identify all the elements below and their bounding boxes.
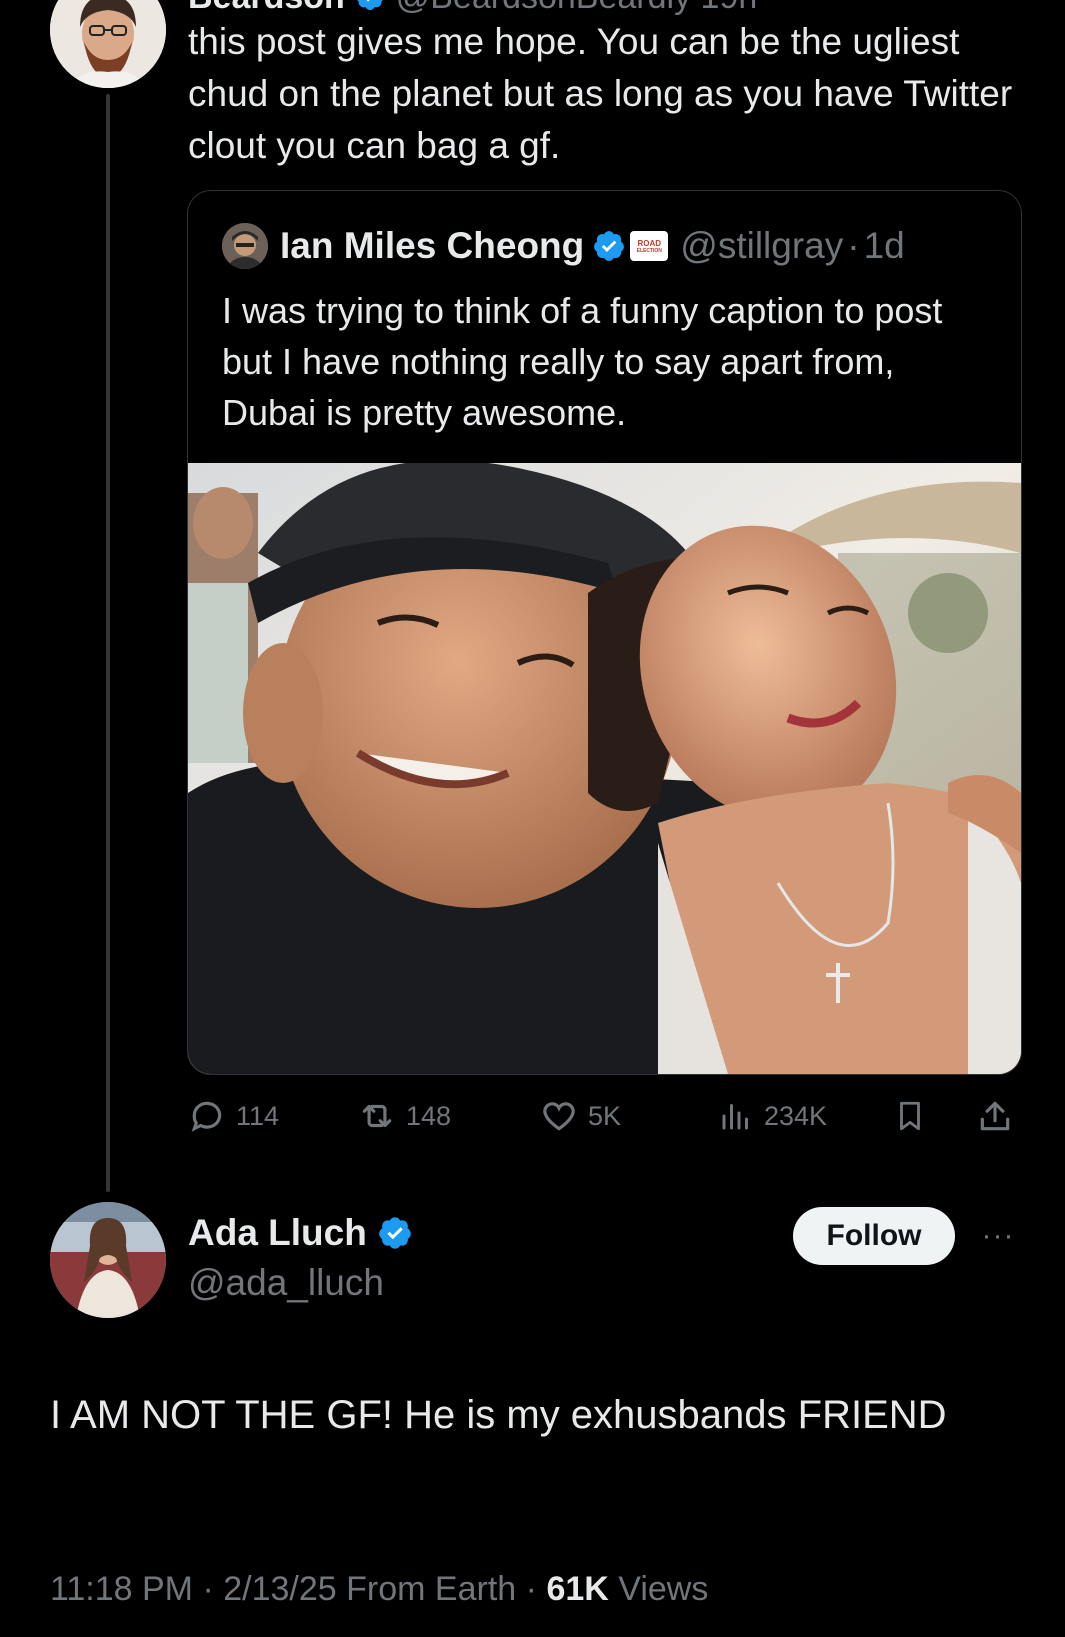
reply-icon <box>191 1101 222 1132</box>
views-bar-chart-icon <box>722 1104 748 1130</box>
quoted-tweet-age[interactable]: 1d <box>864 223 905 269</box>
reply-count: 114 <box>236 1100 280 1131</box>
tweet-meta: 11:18 PM · 2/13/25 From Earth · 61K View… <box>50 1570 708 1609</box>
repost-icon <box>362 1104 392 1128</box>
repost-count: 148 <box>406 1100 452 1131</box>
verified-badge-icon <box>594 231 625 261</box>
views-count: 234K <box>764 1100 828 1131</box>
more-options-icon[interactable]: ··· <box>976 1216 1020 1256</box>
top-author-avatar[interactable] <box>50 0 166 88</box>
thread-connector-line <box>106 94 110 1192</box>
top-tweet-text: this post gives me hope. You can be the … <box>188 21 1013 166</box>
affiliation-badge-line2: ELECTION <box>636 247 662 254</box>
top-author-name[interactable]: Beardson <box>188 0 345 16</box>
like-count: 5K <box>588 1100 622 1131</box>
views-action[interactable]: 234K <box>718 1096 827 1136</box>
affiliation-badge-line1: ROAD <box>637 238 662 248</box>
reply-action[interactable]: 114 <box>188 1096 279 1136</box>
meta-separator: · <box>202 1570 224 1608</box>
share-button[interactable] <box>976 1096 1014 1136</box>
tweet-date[interactable]: 2/13/25 <box>223 1570 336 1608</box>
quoted-author-name[interactable]: Ian Miles Cheong <box>280 223 584 269</box>
repost-action[interactable]: 148 <box>358 1096 451 1136</box>
quoted-tweet-header: Ian Miles Cheong ROAD ELECTION @stillgra… <box>222 223 905 269</box>
tweet-location: From Earth <box>346 1570 517 1608</box>
quoted-author-avatar[interactable] <box>222 223 268 269</box>
share-upload-icon <box>980 1101 1010 1131</box>
meta-separator: · <box>525 1570 547 1608</box>
heart-icon <box>543 1102 575 1131</box>
reply-tweet-text: I AM NOT THE GF! He is my exhusbands FRI… <box>50 1393 947 1437</box>
bookmark-button[interactable] <box>893 1096 927 1136</box>
tweet-views-label: Views <box>618 1570 709 1608</box>
top-tweet-age[interactable]: 19h <box>701 0 758 16</box>
quoted-separator: · <box>847 225 860 266</box>
reply-author-name[interactable]: Ada Lluch <box>188 1212 367 1254</box>
verified-badge-icon <box>379 1217 411 1249</box>
quoted-tweet-text: I was trying to think of a funny caption… <box>222 290 943 433</box>
reply-author-handle[interactable]: @ada_lluch <box>188 1262 384 1304</box>
reply-author-avatar[interactable] <box>50 1202 166 1318</box>
quoted-author-handle[interactable]: @stillgray <box>680 223 843 269</box>
quoted-tweet-photo[interactable] <box>188 463 1021 1074</box>
affiliation-badge-icon[interactable]: ROAD ELECTION <box>630 231 669 261</box>
follow-button[interactable]: Follow <box>793 1207 955 1265</box>
verified-badge-icon <box>357 0 384 10</box>
like-action[interactable]: 5K <box>540 1096 621 1136</box>
top-author-handle[interactable]: @BeardsonBeardly <box>396 0 691 16</box>
top-tweet-header: Beardson @BeardsonBeardly 19h <box>188 0 757 17</box>
tweet-views-count: 61K <box>546 1570 609 1608</box>
tweet-time[interactable]: 11:18 PM <box>50 1570 193 1608</box>
bookmark-icon <box>900 1101 920 1131</box>
reply-author-name-row: Ada Lluch <box>188 1212 413 1254</box>
quoted-tweet-card[interactable]: Ian Miles Cheong ROAD ELECTION @stillgra… <box>187 190 1022 1075</box>
